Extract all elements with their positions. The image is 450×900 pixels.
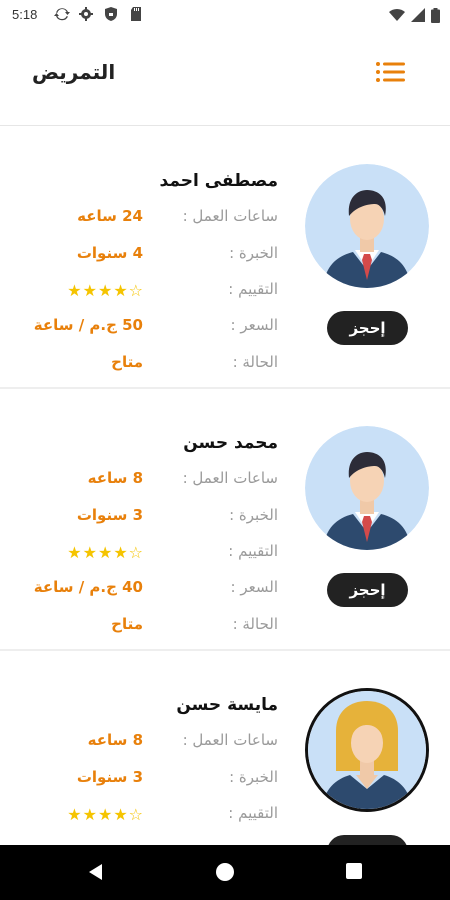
sync-icon <box>54 8 70 21</box>
rating-row: التقييم : ★ ★ ★ ★ ☆ <box>8 542 278 568</box>
price-value: 50 ج.م / ساعة <box>33 316 143 334</box>
status-row: الحالة : متاح <box>8 353 278 379</box>
star-empty-icon: ☆ <box>128 281 143 300</box>
status-label: الحالة : <box>232 353 278 371</box>
recents-icon[interactable] <box>345 862 363 880</box>
rating-row: التقييم : ★ ★ ★ ★ ☆ <box>8 804 278 830</box>
star-filled-icon: ★ <box>113 805 128 824</box>
hours-value: 8 ساعه <box>87 469 143 487</box>
star-filled-icon: ★ <box>67 543 82 562</box>
experience-value: 3 سنوات <box>76 506 143 524</box>
male-avatar <box>305 426 429 550</box>
book-button[interactable]: إحجز <box>327 573 408 607</box>
experience-label: الخبرة : <box>229 506 278 524</box>
nurse-card[interactable]: إحجز مصطفى احمد ساعات العمل : 24 ساعه ال… <box>0 127 450 389</box>
status-label: الحالة : <box>232 615 278 633</box>
male-avatar <box>305 164 429 288</box>
star-filled-icon: ★ <box>97 281 113 300</box>
nurse-name: محمد حسن <box>183 433 278 453</box>
star-filled-icon: ★ <box>113 543 128 562</box>
star-filled-icon: ★ <box>113 281 128 300</box>
star-filled-icon: ★ <box>82 805 97 824</box>
star-filled-icon: ★ <box>82 543 97 562</box>
female-avatar <box>305 688 429 812</box>
nurse-name: مصطفى احمد <box>159 171 279 191</box>
system-nav-bar <box>0 845 450 900</box>
status-row: الحالة : متاح <box>8 615 278 641</box>
experience-label: الخبرة : <box>229 768 278 786</box>
experience-value: 4 سنوات <box>76 244 143 262</box>
signal-icon <box>411 8 425 22</box>
price-row: السعر : 50 ج.م / ساعة <box>8 316 278 342</box>
experience-row: الخبرة : 3 سنوات <box>8 768 278 794</box>
nurse-name: مايسة حسن <box>176 695 278 715</box>
hours-row: ساعات العمل : 24 ساعه <box>8 207 278 233</box>
wifi-icon <box>389 8 405 21</box>
experience-value: 3 سنوات <box>76 768 143 786</box>
hours-label: ساعات العمل : <box>182 731 278 749</box>
status-value: متاح <box>111 353 143 371</box>
nurse-card[interactable]: إحجز مايسة حسن ساعات العمل : 8 ساعه الخب… <box>0 651 450 845</box>
hours-row: ساعات العمل : 8 ساعه <box>8 731 278 757</box>
star-filled-icon: ★ <box>67 805 82 824</box>
status-bar: 5:18 <box>0 0 450 30</box>
sd-card-icon <box>131 7 141 21</box>
shield-icon <box>105 7 117 21</box>
experience-row: الخبرة : 4 سنوات <box>8 244 278 270</box>
nurse-list[interactable]: إحجز مصطفى احمد ساعات العمل : 24 ساعه ال… <box>0 127 450 845</box>
battery-icon <box>431 7 440 23</box>
page-title: التمريض <box>32 60 116 84</box>
hours-row: ساعات العمل : 8 ساعه <box>8 469 278 495</box>
star-filled-icon: ★ <box>97 805 113 824</box>
book-button[interactable]: إحجز <box>327 835 408 845</box>
price-value: 40 ج.م / ساعة <box>33 578 143 596</box>
status-time: 5:18 <box>12 7 38 22</box>
star-filled-icon: ★ <box>97 543 113 562</box>
experience-label: الخبرة : <box>229 244 278 262</box>
star-empty-icon: ☆ <box>128 543 143 562</box>
home-icon[interactable] <box>215 862 235 882</box>
app-header: التمريض <box>0 30 450 126</box>
hours-label: ساعات العمل : <box>182 469 278 487</box>
list-menu-icon[interactable] <box>372 58 408 88</box>
status-right-icons <box>389 6 440 24</box>
price-row: السعر : 40 ج.م / ساعة <box>8 578 278 604</box>
rating-label: التقييم : <box>228 280 278 298</box>
hours-value: 8 ساعه <box>87 731 143 749</box>
price-label: السعر : <box>230 316 278 334</box>
experience-row: الخبرة : 3 سنوات <box>8 506 278 532</box>
hours-label: ساعات العمل : <box>182 207 278 225</box>
star-filled-icon: ★ <box>82 281 97 300</box>
nurse-card[interactable]: إحجز محمد حسن ساعات العمل : 8 ساعه الخبر… <box>0 389 450 651</box>
hours-value: 24 ساعه <box>77 207 143 225</box>
back-icon[interactable] <box>86 862 106 882</box>
rating-row: التقييم : ★ ★ ★ ★ ☆ <box>8 280 278 306</box>
star-filled-icon: ★ <box>67 281 82 300</box>
status-value: متاح <box>111 615 143 633</box>
rating-label: التقييم : <box>228 542 278 560</box>
star-empty-icon: ☆ <box>128 805 143 824</box>
price-label: السعر : <box>230 578 278 596</box>
settings-gear-icon <box>79 7 93 21</box>
book-button[interactable]: إحجز <box>327 311 408 345</box>
rating-label: التقييم : <box>228 804 278 822</box>
